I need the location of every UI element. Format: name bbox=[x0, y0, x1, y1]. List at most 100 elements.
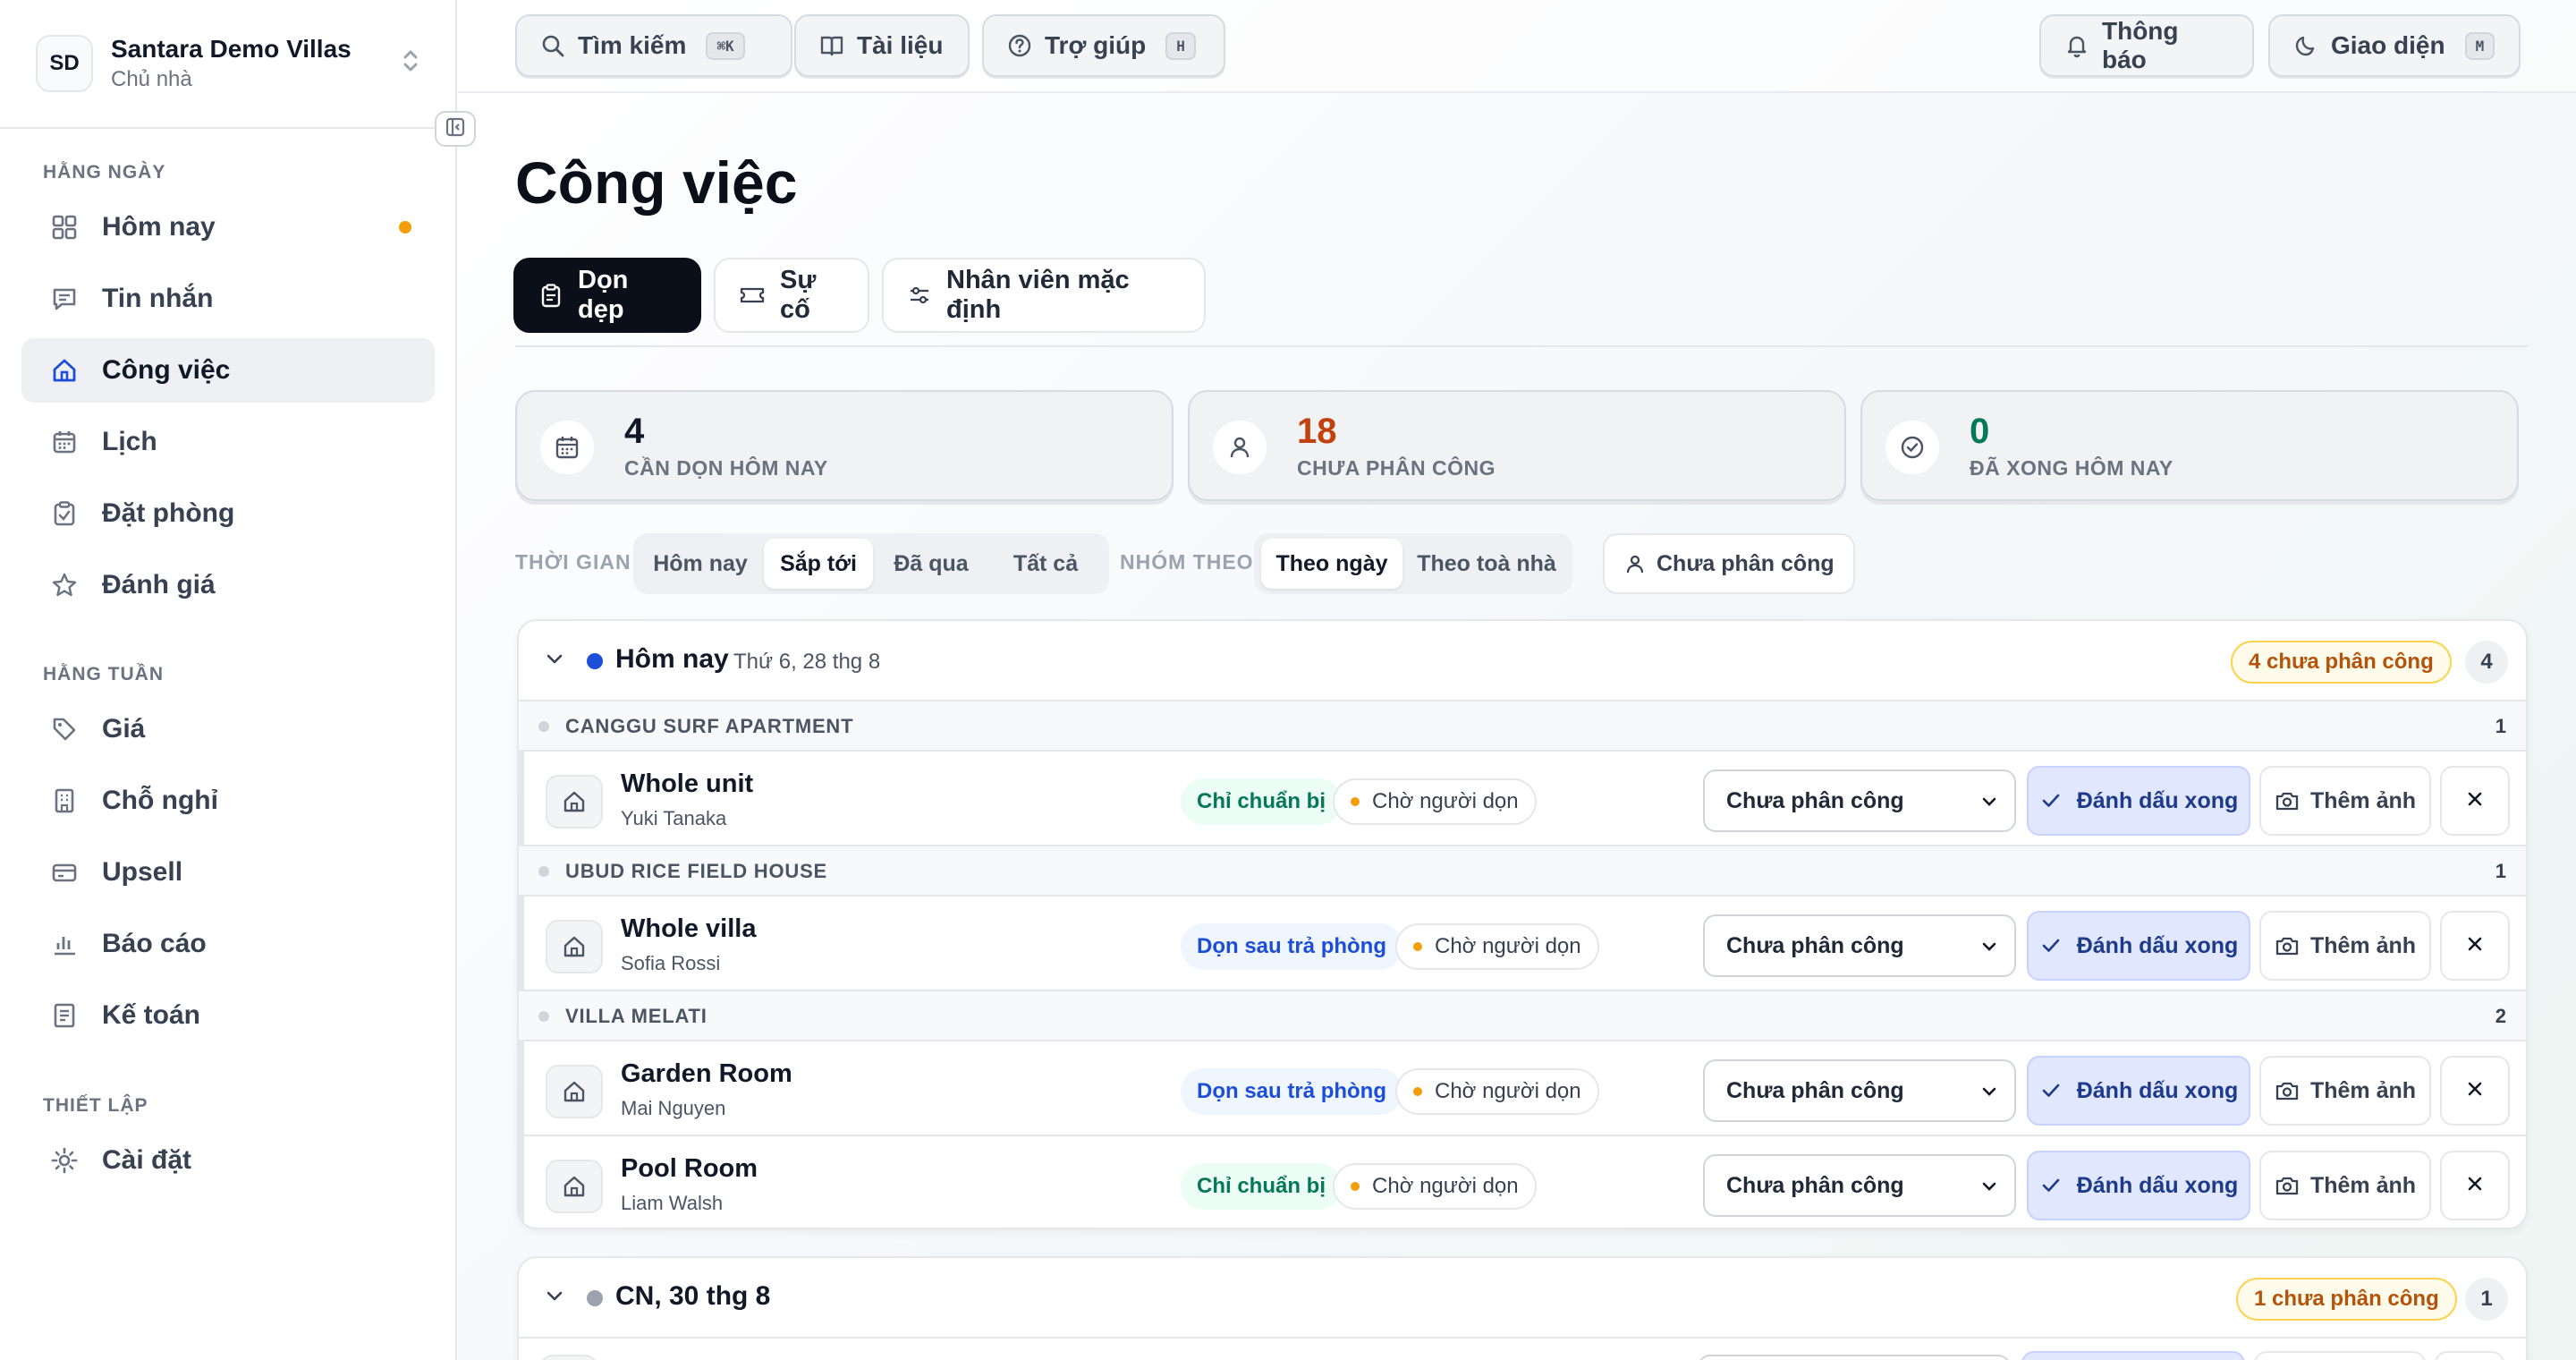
task-row: Garden Room Mai Nguyen Dọn sau trả phòng… bbox=[519, 1041, 2526, 1135]
dismiss-task-button[interactable] bbox=[2440, 1151, 2510, 1220]
stat-label: CẦN DỌN HÔM NAY bbox=[624, 456, 828, 480]
search-button[interactable]: Tìm kiếm ⌘K bbox=[515, 14, 792, 77]
tab-default-staff[interactable]: Nhân viên mặc định bbox=[882, 258, 1206, 333]
unassigned-filter-button[interactable]: Chưa phân công bbox=[1603, 533, 1855, 594]
moon-icon bbox=[2293, 33, 2318, 58]
home-icon bbox=[546, 775, 603, 829]
dismiss-task-button[interactable] bbox=[2440, 911, 2510, 981]
sidebar-item-properties[interactable]: Chỗ nghỉ bbox=[21, 769, 435, 833]
add-photo-button[interactable]: Thêm ảnh bbox=[2259, 766, 2431, 836]
mark-done-label: Đánh dấu xong bbox=[2076, 787, 2239, 813]
bar-chart-icon bbox=[48, 928, 80, 960]
assignee-select[interactable]: Chưa phân công bbox=[1703, 914, 2016, 977]
unassigned-badge: 1 chưa phân công bbox=[2236, 1278, 2457, 1321]
property-name: UBUD RICE FIELD HOUSE bbox=[565, 860, 828, 882]
dismiss-task-button[interactable] bbox=[2435, 1351, 2504, 1360]
task-row-partial bbox=[519, 1337, 2526, 1360]
time-option-today[interactable]: Hôm nay bbox=[640, 539, 760, 589]
mark-done-button[interactable]: Đánh dấu xong bbox=[2027, 1151, 2250, 1220]
workspace-switcher[interactable]: SD Santara Demo Villas Chủ nhà bbox=[0, 0, 455, 129]
book-icon bbox=[819, 33, 844, 58]
tag-icon bbox=[48, 713, 80, 745]
mark-done-button[interactable]: Đánh dấu xong bbox=[2027, 766, 2250, 836]
unit-name: Whole villa bbox=[621, 914, 757, 943]
dismiss-task-button[interactable] bbox=[2440, 1056, 2510, 1126]
collapse-sidebar-button[interactable] bbox=[435, 111, 476, 147]
sidebar-collapse-icon bbox=[445, 116, 466, 142]
assignee-select[interactable]: Chưa phân công bbox=[1703, 1059, 2016, 1122]
mark-done-label: Đánh dấu xong bbox=[2076, 1172, 2239, 1198]
time-option-past[interactable]: Đã qua bbox=[877, 539, 986, 589]
sidebar-item-calendar[interactable]: Lịch bbox=[21, 410, 435, 474]
home-icon bbox=[546, 1065, 603, 1118]
help-button[interactable]: Trợ giúp H bbox=[982, 14, 1225, 77]
docs-label: Tài liệu bbox=[857, 31, 944, 59]
unit-name: Pool Room bbox=[621, 1154, 758, 1183]
mark-done-button[interactable] bbox=[2021, 1351, 2245, 1360]
task-type-badge: Dọn sau trả phòng bbox=[1181, 1068, 1402, 1115]
task-row: Pool Room Liam Walsh Chỉ chuẩn bị Chờ ng… bbox=[519, 1135, 2526, 1228]
nav-section-setup: THIẾT LẬP bbox=[43, 1095, 148, 1116]
dismiss-task-button[interactable] bbox=[2440, 766, 2510, 836]
group-filter-label: NHÓM THEO bbox=[1120, 550, 1254, 574]
time-option-upcoming[interactable]: Sắp tới bbox=[764, 539, 873, 589]
ledger-icon bbox=[48, 999, 80, 1032]
property-header: UBUD RICE FIELD HOUSE 1 bbox=[519, 845, 2526, 897]
add-photo-button[interactable]: Thêm ảnh bbox=[2259, 1056, 2431, 1126]
theme-button[interactable]: Giao diện M bbox=[2268, 14, 2521, 77]
notifications-button[interactable]: Thông báo bbox=[2039, 14, 2254, 77]
sidebar-item-upsell[interactable]: Upsell bbox=[21, 840, 435, 905]
tab-incidents[interactable]: Sự cố bbox=[714, 258, 869, 333]
task-row: Whole villa Sofia Rossi Dọn sau trả phòn… bbox=[519, 897, 2526, 990]
sidebar-item-accounting[interactable]: Kế toán bbox=[21, 983, 435, 1048]
tabs-divider bbox=[515, 345, 2528, 347]
sidebar-item-label: Cài đặt bbox=[102, 1145, 192, 1175]
property-header: VILLA MELATI 2 bbox=[519, 990, 2526, 1041]
status-dot bbox=[1351, 1182, 1360, 1191]
help-label: Trợ giúp bbox=[1045, 31, 1147, 59]
add-photo-button[interactable] bbox=[2254, 1351, 2426, 1360]
sun-icon bbox=[48, 1144, 80, 1177]
sidebar-item-today[interactable]: Hôm nay bbox=[21, 195, 435, 259]
group-option-by-building[interactable]: Theo toà nhà bbox=[1406, 539, 1567, 589]
mark-done-button[interactable]: Đánh dấu xong bbox=[2027, 911, 2250, 981]
sidebar-item-settings[interactable]: Cài đặt bbox=[21, 1128, 435, 1193]
add-photo-label: Thêm ảnh bbox=[2309, 932, 2417, 958]
add-photo-button[interactable]: Thêm ảnh bbox=[2259, 911, 2431, 981]
ticket-icon bbox=[739, 283, 766, 308]
add-photo-label: Thêm ảnh bbox=[2309, 1172, 2417, 1198]
property-dot bbox=[538, 866, 549, 877]
mark-done-button[interactable]: Đánh dấu xong bbox=[2027, 1056, 2250, 1126]
unassigned-badge: 4 chưa phân công bbox=[2231, 641, 2452, 684]
help-shortcut: H bbox=[1165, 31, 1196, 60]
group-option-by-day[interactable]: Theo ngày bbox=[1261, 539, 1402, 589]
notifications-label: Thông báo bbox=[2102, 17, 2179, 73]
sliders-icon bbox=[907, 283, 932, 308]
time-option-all[interactable]: Tất cả bbox=[989, 539, 1102, 589]
property-count: 2 bbox=[2495, 1005, 2506, 1027]
sidebar-item-reviews[interactable]: Đánh giá bbox=[21, 553, 435, 617]
chevron-down-icon[interactable] bbox=[542, 1283, 567, 1313]
tab-label: Sự cố bbox=[780, 266, 817, 324]
group-header[interactable]: CN, 30 thg 8 1 chưa phân công 1 bbox=[519, 1258, 2526, 1337]
assignee-select[interactable] bbox=[1698, 1355, 2011, 1360]
calendar-icon bbox=[48, 426, 80, 458]
sidebar-item-tasks[interactable]: Công việc bbox=[21, 338, 435, 403]
sidebar-item-bookings[interactable]: Đặt phòng bbox=[21, 481, 435, 546]
sidebar-item-messages[interactable]: Tin nhắn bbox=[21, 267, 435, 331]
group-header[interactable]: Hôm nay Thứ 6, 28 thg 8 4 chưa phân công… bbox=[519, 621, 2526, 700]
sidebar-item-pricing[interactable]: Giá bbox=[21, 697, 435, 761]
docs-button[interactable]: Tài liệu bbox=[794, 14, 970, 77]
stat-label: CHƯA PHÂN CÔNG bbox=[1297, 456, 1496, 480]
assignee-select[interactable]: Chưa phân công bbox=[1703, 769, 2016, 832]
stat-value: 0 bbox=[1970, 412, 1990, 451]
search-label: Tìm kiếm bbox=[578, 31, 687, 59]
assignee-select[interactable]: Chưa phân công bbox=[1703, 1154, 2016, 1217]
chevron-down-icon[interactable] bbox=[542, 646, 567, 676]
tab-cleaning[interactable]: Dọn dẹp bbox=[513, 258, 701, 333]
task-type-badge: Chỉ chuẩn bị bbox=[1181, 1163, 1342, 1210]
sidebar-item-reports[interactable]: Báo cáo bbox=[21, 912, 435, 976]
add-photo-button[interactable]: Thêm ảnh bbox=[2259, 1151, 2431, 1220]
stat-value: 4 bbox=[624, 412, 645, 451]
camera-icon bbox=[2275, 934, 2300, 957]
